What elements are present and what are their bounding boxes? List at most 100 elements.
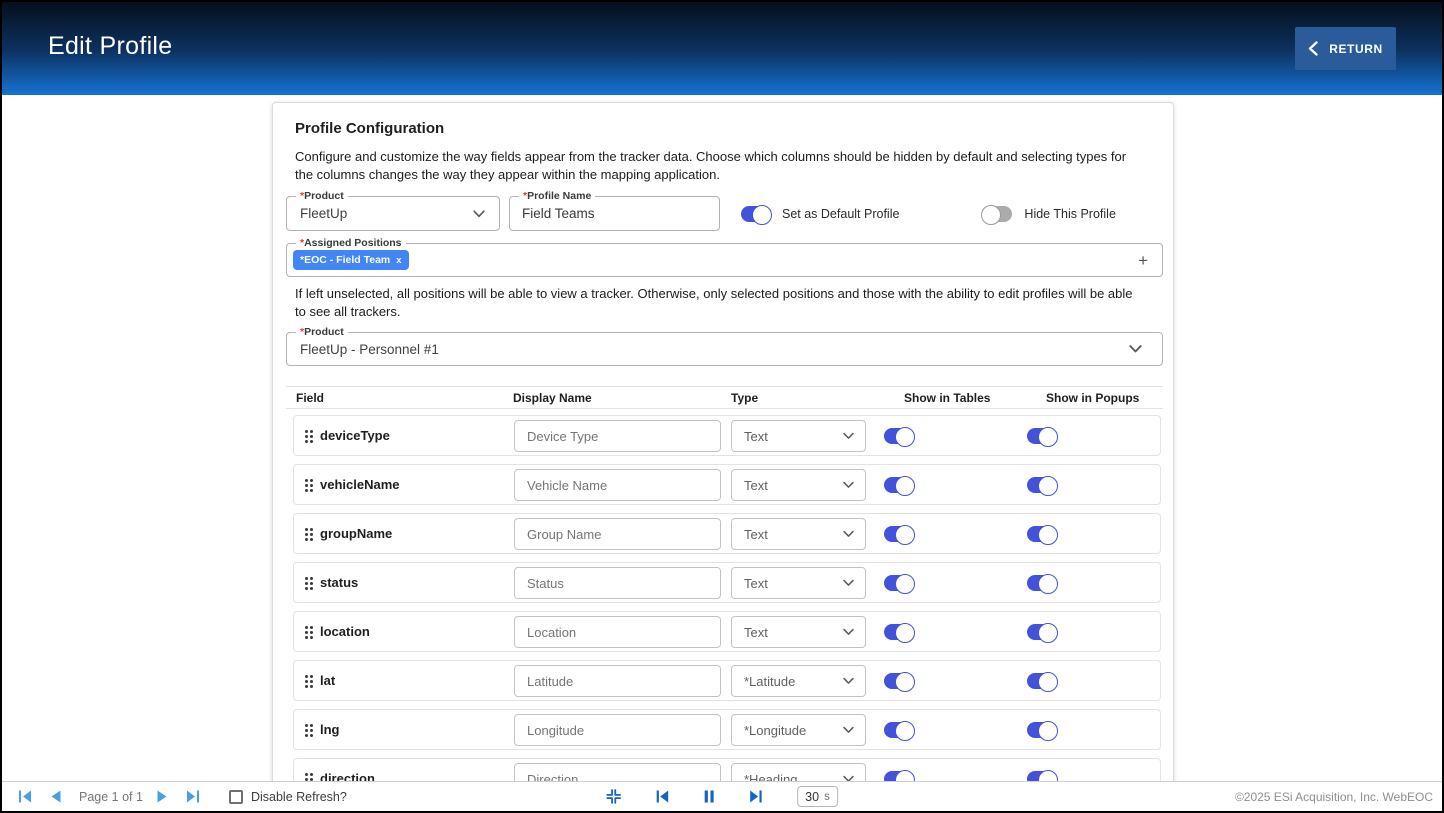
header-field: Field [296,391,324,405]
show-in-popups-toggle[interactable] [1027,575,1056,591]
next-page-button[interactable] [156,790,169,803]
drag-handle-icon[interactable] [304,625,314,640]
first-page-button[interactable] [18,790,32,803]
show-in-popups-toggle[interactable] [1027,722,1056,738]
display-name-input[interactable] [514,518,721,550]
header-display-name: Display Name [513,391,592,405]
show-in-tables-toggle[interactable] [884,673,913,689]
tracker-product-value: FleetUp - Personnel #1 [300,342,439,357]
return-button-label: RETURN [1329,42,1383,56]
field-name: status [320,575,358,590]
show-in-tables-toggle[interactable] [884,428,913,444]
type-select[interactable]: Text [731,567,866,599]
show-in-popups-toggle[interactable] [1027,624,1056,640]
drag-handle-icon[interactable] [304,723,314,738]
chevron-down-icon [1129,345,1142,354]
show-in-popups-toggle[interactable] [1027,477,1056,493]
pause-icon[interactable] [703,790,715,803]
show-in-tables-toggle[interactable] [884,624,913,640]
edit-profile-screen: Edit Profile RETURN Profile Configuratio… [0,0,1444,813]
show-in-tables-toggle[interactable] [884,526,913,542]
field-table-row: lat *Latitude [293,660,1161,701]
drag-handle-icon[interactable] [304,478,314,493]
last-page-button[interactable] [186,790,200,803]
field-table-row: groupName Text [293,513,1161,554]
drag-handle-icon[interactable] [304,527,314,542]
chevron-down-icon [843,628,854,636]
pagination-controls: Page 1 of 1 Disable Refresh? [18,790,347,804]
chevron-down-icon [843,481,854,489]
field-table-row: deviceType Text [293,415,1161,456]
status-bar: Page 1 of 1 Disable Refresh? [2,781,1442,811]
show-in-tables-toggle[interactable] [884,722,913,738]
chevron-down-icon [843,726,854,734]
display-name-input[interactable] [514,567,721,599]
page-header: Edit Profile RETURN [2,2,1442,95]
set-default-profile-toggle[interactable] [741,206,770,222]
type-select[interactable]: Text [731,420,866,452]
hide-this-profile-toggle[interactable] [983,206,1012,222]
type-value: Text [744,527,768,542]
compress-icon[interactable] [606,789,621,804]
type-value: Text [744,478,768,493]
field-table-row: location Text [293,611,1161,652]
skip-to-end-icon[interactable] [749,790,763,803]
refresh-interval-value: 30 [805,790,819,804]
display-name-input[interactable] [514,665,721,697]
field-table-row: lng *Longitude [293,709,1161,750]
header-type: Type [731,391,758,405]
display-name-input[interactable] [514,420,721,452]
display-name-input[interactable] [514,714,721,746]
show-in-tables-toggle[interactable] [884,477,913,493]
display-name-input[interactable] [514,469,721,501]
product-value: FleetUp [300,206,347,221]
skip-to-start-icon[interactable] [655,790,669,803]
field-table-row: status Text [293,562,1161,603]
profile-configuration-card: Profile Configuration Configure and cust… [272,102,1174,813]
disable-refresh-label: Disable Refresh? [251,790,347,804]
card-title: Profile Configuration [295,120,444,137]
profile-name-label: *Profile Name [519,190,595,202]
type-select[interactable]: *Latitude [731,665,866,697]
tracker-product-select[interactable]: *Product FleetUp - Personnel #1 [286,332,1163,366]
field-name: groupName [320,526,392,541]
profile-settings-row: *Product FleetUp *Profile Name Set as De… [286,196,1116,231]
position-chip[interactable]: *EOC - Field Team x [293,250,409,270]
show-in-popups-toggle[interactable] [1027,526,1056,542]
card-description: Configure and customize the way fields a… [295,148,1143,184]
chevron-down-icon [843,579,854,587]
chevron-down-icon [473,210,485,218]
add-position-icon[interactable]: + [1138,252,1148,269]
product-select[interactable]: *Product FleetUp [286,196,500,231]
product-label: *Product [296,190,348,202]
copyright-text: ©2025 ESi Acquisition, Inc. WebEOC [1235,790,1433,804]
refresh-interval-input[interactable]: 30 s [797,786,838,807]
type-select[interactable]: Text [731,469,866,501]
show-in-popups-toggle[interactable] [1027,428,1056,444]
assigned-positions-field[interactable]: *Assigned Positions *EOC - Field Team x … [286,243,1163,277]
show-in-tables-toggle[interactable] [884,575,913,591]
type-select[interactable]: *Longitude [731,714,866,746]
chip-remove-icon[interactable]: x [396,255,401,266]
type-select[interactable]: Text [731,518,866,550]
display-name-input[interactable] [514,616,721,648]
chevron-down-icon [843,677,854,685]
return-button[interactable]: RETURN [1295,27,1396,70]
type-value: Text [744,625,768,640]
refresh-controls: 30 s [606,782,838,811]
assigned-positions-label: *Assigned Positions [296,237,406,249]
show-in-popups-toggle[interactable] [1027,673,1056,689]
refresh-interval-unit: s [824,791,830,803]
type-value: Text [744,576,768,591]
positions-note: If left unselected, all positions will b… [295,285,1143,321]
field-name: lat [320,673,335,688]
page-title: Edit Profile [48,32,173,61]
chevron-down-icon [843,432,854,440]
disable-refresh-checkbox[interactable] [229,790,243,804]
previous-page-button[interactable] [49,790,62,803]
drag-handle-icon[interactable] [304,576,314,591]
chevron-down-icon [843,530,854,538]
drag-handle-icon[interactable] [304,674,314,689]
type-select[interactable]: Text [731,616,866,648]
drag-handle-icon[interactable] [304,429,314,444]
